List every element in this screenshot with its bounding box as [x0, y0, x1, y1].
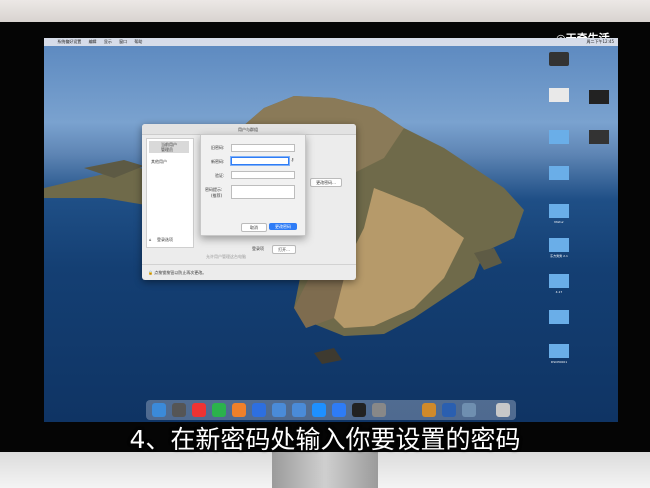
hint-sub-label: (推荐): [211, 193, 223, 198]
menu-item-help[interactable]: 帮助: [134, 38, 142, 46]
allow-admin-checkbox[interactable]: 允许用户管理这台电脑: [206, 254, 246, 260]
folder-label: Mixtur: [554, 220, 564, 224]
old-password-label: 旧密码:: [211, 145, 225, 150]
folder-icon[interactable]: [549, 344, 569, 358]
menu-item-window[interactable]: 窗口: [119, 38, 127, 46]
firefox-icon[interactable]: [232, 403, 246, 417]
menu-bar: 系统偏好设置 编辑 显示 窗口 帮助 周二下午12:45: [44, 38, 618, 46]
folder-icon[interactable]: [549, 166, 569, 180]
lock-text: 点按锁按钮以防止再次更改。: [154, 270, 207, 275]
change-password-button[interactable]: 更改密码...: [310, 178, 342, 187]
new-password-label: 新密码:: [211, 159, 225, 164]
file-icon[interactable]: [549, 52, 569, 66]
home-icon: ⌂: [149, 237, 152, 242]
system-preferences-icon[interactable]: [372, 403, 386, 417]
app-icon[interactable]: [442, 403, 456, 417]
change-password-sheet: 旧密码: 新密码: ⚷ 验证: 密码提示: (推荐) 取消 更改密码: [200, 134, 306, 236]
finder-icon[interactable]: [152, 403, 166, 417]
folder-icon[interactable]: [272, 403, 286, 417]
document-icon[interactable]: [549, 88, 569, 102]
folder-label: 4.17: [555, 290, 563, 294]
launchpad-icon[interactable]: [172, 403, 186, 417]
old-password-field[interactable]: [231, 144, 295, 152]
app-store-icon[interactable]: [312, 403, 326, 417]
verify-label: 验证:: [215, 173, 225, 178]
user-sidebar: 当前用户 管理员 其他用户 登录选项 ⌂: [146, 138, 194, 248]
wechat-icon[interactable]: [212, 403, 226, 417]
menu-item-app[interactable]: 系统偏好设置: [57, 38, 81, 46]
window-title: 用户与群组: [238, 127, 258, 132]
trash-icon[interactable]: [496, 403, 510, 417]
confirm-change-password-button[interactable]: 更改密码: [269, 223, 297, 230]
folder-label: DSCPO001: [550, 360, 568, 364]
sidebar-other-users: 其他用户: [151, 159, 167, 164]
subtitle-caption: 4、在新密码处输入你要设置的密码: [129, 425, 521, 454]
screenshot-icon[interactable]: [589, 90, 609, 104]
folder-icon[interactable]: [549, 274, 569, 288]
open-button[interactable]: 打开...: [272, 245, 296, 254]
preview-icon[interactable]: [462, 403, 476, 417]
safari-icon[interactable]: [252, 403, 266, 417]
folder-label: 东方秀秀 2.1: [550, 254, 568, 258]
weibo-icon[interactable]: [192, 403, 206, 417]
menu-item-edit[interactable]: 编辑: [89, 38, 97, 46]
notes-icon[interactable]: [422, 403, 436, 417]
mac-screen: 系统偏好设置 编辑 显示 窗口 帮助 周二下午12:45 Mixtur 东方秀秀…: [44, 38, 618, 422]
terminal-icon[interactable]: [352, 403, 366, 417]
monitor-stand: [0, 452, 650, 488]
folder-icon[interactable]: [549, 310, 569, 324]
folder-icon[interactable]: [292, 403, 306, 417]
lock-bar: 🔒 点按锁按钮以防止再次更改。: [142, 264, 356, 281]
menu-item-view[interactable]: 显示: [104, 38, 112, 46]
new-password-field[interactable]: [231, 157, 289, 165]
update-icon[interactable]: [332, 403, 346, 417]
key-icon[interactable]: ⚷: [291, 157, 294, 162]
desk-background: [0, 0, 650, 22]
dock: [146, 400, 516, 420]
folder-icon[interactable]: [549, 238, 569, 252]
cancel-button[interactable]: 取消: [241, 223, 267, 232]
verify-field[interactable]: [231, 171, 295, 179]
login-options[interactable]: 登录选项: [157, 237, 173, 243]
folder-icon[interactable]: [549, 130, 569, 144]
screenshot-icon[interactable]: [589, 130, 609, 144]
lock-icon[interactable]: 🔒: [148, 270, 153, 275]
folder-icon[interactable]: [549, 204, 569, 218]
hint-field[interactable]: [231, 185, 295, 199]
menu-clock[interactable]: 周二下午12:45: [586, 38, 614, 46]
login-items-label: 登录项: [252, 246, 264, 251]
user-role: 管理员: [161, 147, 173, 152]
sidebar-item-current-user[interactable]: 当前用户 管理员: [149, 141, 189, 153]
